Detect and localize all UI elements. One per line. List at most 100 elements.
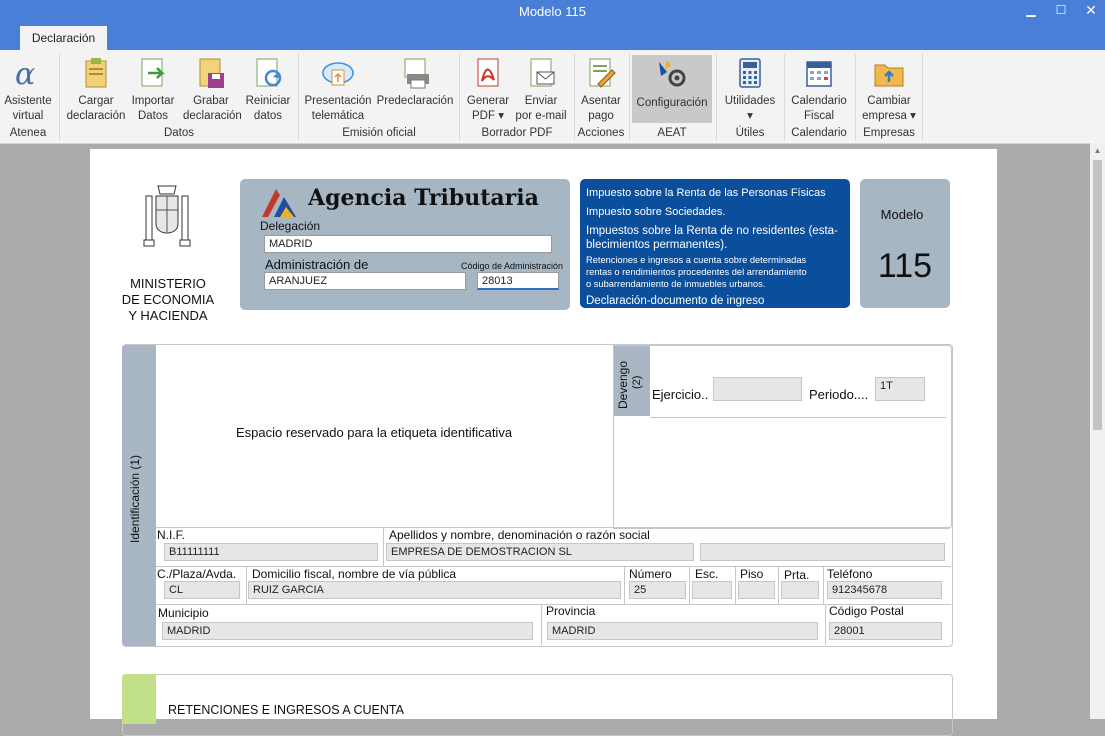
nif-field[interactable]: B11111111	[164, 543, 378, 561]
col-divider	[541, 604, 542, 645]
maximize-icon[interactable]: ☐	[1046, 0, 1076, 22]
scroll-up-icon[interactable]: ▲	[1090, 143, 1105, 158]
title-bar: Modelo 115 ▁ ☐ ✕	[0, 0, 1105, 24]
escalera-label: Esc.	[695, 567, 719, 581]
asentar-pago-button[interactable]: Asentar pago	[577, 53, 625, 129]
tab-declaracion[interactable]: Declaración	[20, 26, 107, 50]
ribbon-divider	[855, 54, 856, 140]
ejercicio-field[interactable]	[713, 377, 802, 401]
modelo-number: 115	[877, 247, 933, 285]
cambiar-empresa-button[interactable]: Cambiar empresa ▾	[858, 53, 920, 129]
grabar-declaracion-button[interactable]: Grabar declaración	[183, 53, 242, 129]
ribbon-tab-bar: Declaración	[0, 24, 1105, 50]
close-icon[interactable]: ✕	[1076, 0, 1105, 22]
chevron-down-icon: ▾	[747, 110, 753, 122]
ribbon: α Asistente virtual Cargar declaración I…	[0, 50, 1105, 144]
generar-pdf-button[interactable]: Generar PDF ▾	[463, 53, 513, 129]
ministry-line-1: MINISTERIO	[130, 276, 206, 291]
ribbon-divider	[59, 54, 60, 140]
coat-of-arms-icon	[138, 182, 196, 260]
cargar-declaracion-button[interactable]: Cargar declaración	[64, 53, 128, 129]
presentacion-telematica-button[interactable]: Presentación telemática	[302, 53, 374, 129]
codigo-administracion-label: Código de Administración	[461, 261, 564, 271]
agency-title: Agencia Tributaria	[308, 185, 539, 211]
col-divider	[825, 604, 826, 645]
group-datos: Datos	[163, 127, 195, 139]
tax-line-ret-2: rentas o rendimientos procedentes del ar…	[586, 267, 807, 277]
nombre-label: Apellidos y nombre, denominación o razón…	[389, 528, 650, 542]
configuracion-button[interactable]: Configuración	[632, 55, 712, 123]
delegacion-field[interactable]: MADRID	[264, 235, 552, 253]
domicilio-field[interactable]: RUIZ GARCIA	[248, 581, 621, 599]
utilidades-label: Utilidades	[724, 95, 776, 107]
escalera-field[interactable]	[692, 581, 732, 599]
tax-line-irpf: Impuesto sobre la Renta de las Personas …	[586, 187, 826, 199]
codigo-postal-field[interactable]: 28001	[829, 622, 942, 640]
svg-text:α: α	[15, 57, 35, 90]
importar-label-2: Datos	[137, 110, 169, 122]
calculator-icon	[733, 56, 767, 90]
piso-field[interactable]	[738, 581, 775, 599]
calendario-label: Calendario	[791, 95, 847, 107]
group-utiles: Útiles	[735, 127, 765, 139]
email-icon	[524, 56, 558, 90]
agency-panel: Agencia Tributaria Delegación MADRID Adm…	[240, 179, 570, 310]
group-calendario: Calendario	[791, 127, 847, 139]
vertical-scrollbar[interactable]: ▲	[1090, 143, 1105, 719]
col-divider	[624, 566, 625, 604]
ribbon-divider	[784, 54, 785, 140]
asistente-label: Asistente	[4, 95, 52, 107]
group-borrador: Borrador PDF	[481, 127, 553, 139]
ribbon-divider	[716, 54, 717, 140]
alpha-icon: α	[11, 56, 45, 92]
cambiar-label: Cambiar	[867, 95, 911, 107]
predeclaracion-button[interactable]: Predeclaración	[375, 53, 455, 129]
aeat-logo-icon	[260, 187, 298, 219]
nombre-extra-field[interactable]	[700, 543, 945, 561]
tax-line-declaracion: Declaración-documento de ingreso	[586, 295, 765, 307]
puerta-field[interactable]	[781, 581, 819, 599]
administracion-field[interactable]: ARANJUEZ	[264, 272, 466, 290]
calendario-fiscal-button[interactable]: Calendario Fiscal	[787, 53, 851, 129]
ribbon-divider	[574, 54, 575, 140]
municipio-label: Municipio	[158, 606, 209, 620]
domicilio-label: Domicilio fiscal, nombre de vía pública	[252, 567, 457, 581]
telefono-field[interactable]: 912345678	[827, 581, 942, 599]
fiscal-label: Fiscal	[803, 110, 835, 122]
tax-line-irnr-2: blecimientos permanentes).	[586, 239, 728, 251]
minimize-icon[interactable]: ▁	[1016, 0, 1046, 22]
tax-line-ret-3: o subarrendamiento de inmuebles urbanos.	[586, 279, 766, 289]
importar-datos-button[interactable]: Importar Datos	[128, 53, 178, 129]
ministry-line-2: DE ECONOMIA	[121, 292, 215, 307]
col-divider	[689, 566, 690, 604]
via-field[interactable]: CL	[164, 581, 240, 599]
ribbon-divider	[298, 54, 299, 140]
nombre-field[interactable]: EMPRESA DE DEMOSTRACION SL	[386, 543, 694, 561]
retenciones-sidebar	[122, 674, 156, 724]
scroll-thumb[interactable]	[1093, 160, 1102, 430]
numero-field[interactable]: 25	[629, 581, 686, 599]
reiniciar-datos-button[interactable]: Reiniciar datos	[242, 53, 294, 129]
asistente-virtual-button[interactable]: α Asistente virtual	[2, 53, 54, 129]
enviar-email-button[interactable]: Enviar por e-mail	[513, 53, 569, 129]
configuracion-label: Configuración	[636, 97, 708, 109]
ribbon-divider	[629, 54, 630, 140]
cargar-label: Cargar	[78, 95, 114, 107]
devengo-number: (2)	[631, 375, 643, 389]
save-icon	[194, 56, 228, 90]
enviar-label: Enviar	[524, 95, 558, 107]
printer-icon	[398, 56, 432, 90]
pencil-doc-icon	[584, 56, 618, 90]
col-divider	[735, 566, 736, 604]
periodo-field[interactable]: 1T	[875, 377, 925, 401]
window-title: Modelo 115	[519, 4, 586, 19]
reiniciar-label-2: datos	[253, 110, 283, 122]
numero-label: Número	[629, 567, 672, 581]
codigo-administracion-field[interactable]: 28013	[477, 272, 559, 290]
provincia-field[interactable]: MADRID	[547, 622, 818, 640]
puerta-label: Prta.	[784, 568, 810, 582]
municipio-field[interactable]: MADRID	[162, 622, 533, 640]
utilidades-button[interactable]: Utilidades ▾	[720, 53, 780, 129]
presentacion-label-2: telemática	[311, 110, 365, 122]
importar-label: Importar	[131, 95, 175, 107]
